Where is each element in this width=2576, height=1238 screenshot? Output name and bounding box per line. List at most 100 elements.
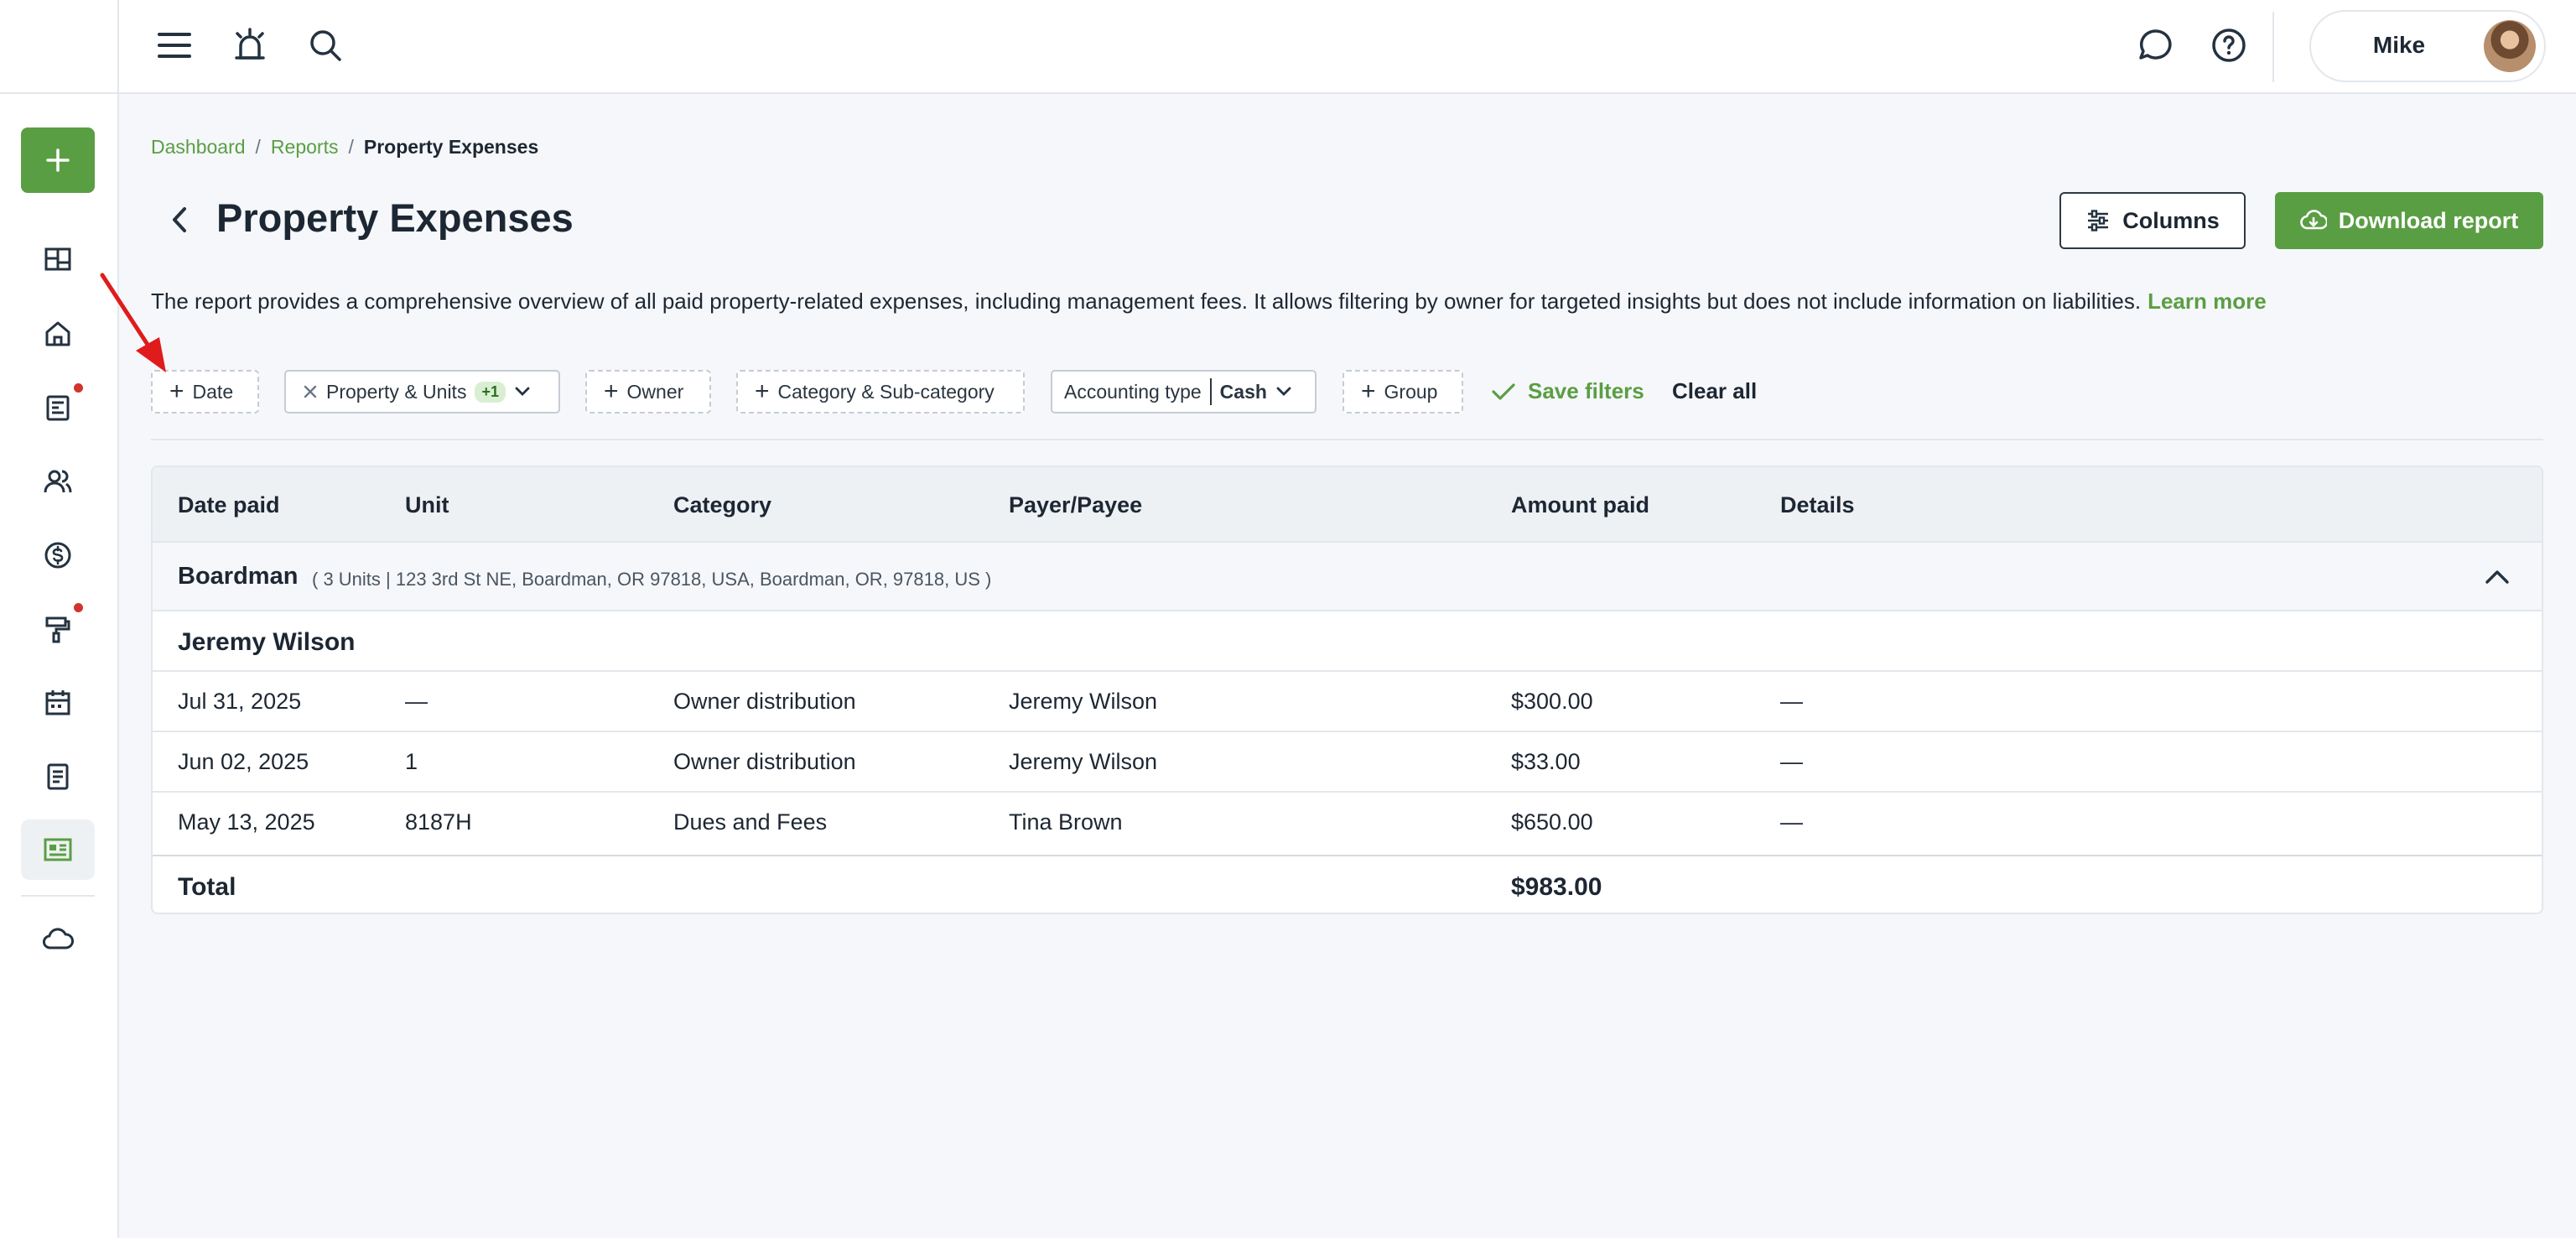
cell-amount-paid: $650.00 (1511, 809, 1593, 835)
cell-amount-paid: $300.00 (1511, 689, 1593, 714)
sidebar-item-news[interactable] (21, 377, 95, 438)
plus-icon: + (604, 377, 619, 405)
cloud-icon (43, 928, 74, 949)
save-filters-label: Save filters (1528, 378, 1644, 403)
sidebar-item-maintenance[interactable] (21, 599, 95, 659)
page-title: Property Expenses (216, 195, 574, 240)
columns-button[interactable]: Columns (2059, 192, 2246, 249)
dashboard-icon (44, 247, 71, 271)
save-filters-button[interactable]: Save filters (1491, 378, 1644, 404)
column-header-payer-payee: Payer/Payee (1009, 492, 1143, 518)
cell-payer-payee: Jeremy Wilson (1009, 749, 1158, 774)
category-filter[interactable]: + Category & Sub-category (736, 370, 1025, 414)
sidebar-item-dashboard[interactable] (21, 229, 95, 289)
table-row[interactable]: Jul 31, 2025 — Owner distribution Jeremy… (153, 672, 2542, 732)
sidebar-divider (21, 895, 95, 897)
dollar-icon (44, 542, 71, 569)
people-icon (44, 470, 72, 493)
cell-amount-paid: $33.00 (1511, 749, 1581, 774)
plus-icon: + (755, 377, 770, 405)
notification-dot (74, 603, 83, 612)
description-text: The report provides a comprehensive over… (151, 289, 2142, 314)
breadcrumb-dashboard[interactable]: Dashboard (151, 136, 246, 158)
sliders-icon (2088, 210, 2109, 231)
breadcrumb-reports[interactable]: Reports (271, 136, 339, 158)
reports-icon (44, 838, 72, 861)
table-row[interactable]: May 13, 2025 8187H Dues and Fees Tina Br… (153, 793, 2542, 853)
table-row[interactable]: Jun 02, 2025 1 Owner distribution Jeremy… (153, 732, 2542, 793)
search-button[interactable] (304, 23, 347, 67)
total-amount: $983.00 (1511, 873, 1602, 901)
column-header-date-paid: Date paid (178, 492, 280, 518)
chevron-up-icon[interactable] (2483, 564, 2511, 590)
menu-button[interactable] (153, 23, 196, 67)
property-group-name: Boardman (178, 563, 299, 590)
download-report-label: Download report (2338, 207, 2519, 233)
add-new-button[interactable] (21, 127, 95, 193)
calendar-icon (45, 690, 70, 715)
annotation-arrow-icon (100, 273, 166, 372)
notification-dot (74, 383, 83, 393)
owner-filter-label: Owner (626, 380, 684, 403)
sidebar-item-calendar[interactable] (21, 673, 95, 733)
news-icon (46, 395, 70, 421)
check-icon (1492, 382, 1515, 400)
expenses-table: Date paid Unit Category Payer/Payee Amou… (151, 466, 2543, 914)
paint-roller-icon (45, 616, 70, 643)
cell-details: — (1780, 689, 1803, 714)
cell-payer-payee: Jeremy Wilson (1009, 689, 1158, 714)
sidebar-item-reports[interactable] (21, 819, 95, 880)
sidebar-logo-area (0, 0, 117, 94)
owner-filter[interactable]: + Owner (585, 370, 711, 414)
property-group-row[interactable]: Boardman ( 3 Units | 123 3rd St NE, Boar… (153, 543, 2542, 611)
sidebar-item-people[interactable] (21, 451, 95, 512)
learn-more-link[interactable]: Learn more (2148, 289, 2267, 314)
column-header-unit: Unit (405, 492, 449, 518)
user-menu[interactable]: Mike (2309, 10, 2546, 82)
accounting-type-select[interactable]: Accounting type Cash (1051, 370, 1317, 414)
sidebar-item-home[interactable] (21, 304, 95, 364)
back-button[interactable] (164, 203, 195, 237)
report-description: The report provides a comprehensive over… (151, 289, 2267, 315)
date-filter-label: Date (192, 380, 234, 403)
sidebar (0, 0, 119, 1238)
chat-button[interactable] (2133, 23, 2177, 67)
document-icon (47, 763, 69, 790)
owner-name: Jeremy Wilson (178, 628, 356, 656)
sidebar-item-cloud[interactable] (21, 909, 95, 970)
help-button[interactable] (2207, 23, 2251, 67)
download-report-button[interactable]: Download report (2275, 192, 2543, 249)
column-header-details: Details (1780, 492, 1855, 518)
menu-icon (158, 33, 191, 58)
cell-date-paid: Jul 31, 2025 (178, 689, 302, 714)
property-units-filter[interactable]: Property & Units +1 (284, 370, 560, 414)
cell-date-paid: May 13, 2025 (178, 809, 315, 835)
chevron-left-icon (173, 207, 186, 232)
cell-category: Owner distribution (673, 689, 856, 714)
cell-date-paid: Jun 02, 2025 (178, 749, 309, 774)
sidebar-item-documents[interactable] (21, 746, 95, 807)
total-label: Total (178, 873, 236, 901)
close-icon[interactable] (303, 384, 318, 399)
owner-group-row: Jeremy Wilson (153, 611, 2542, 672)
clear-all-button[interactable]: Clear all (1672, 378, 1757, 404)
help-icon (2212, 29, 2246, 62)
cell-unit: 1 (405, 749, 418, 774)
cell-category: Dues and Fees (673, 809, 828, 835)
cell-details: — (1780, 749, 1803, 774)
selection-count-badge: +1 (475, 381, 506, 403)
property-units-label: Property & Units (326, 380, 467, 403)
home-icon (45, 321, 70, 346)
sidebar-item-payments[interactable] (21, 525, 95, 585)
chevron-down-icon (515, 387, 530, 396)
accounting-type-value: Cash (1219, 380, 1267, 403)
breadcrumb-current: Property Expenses (363, 136, 539, 158)
cell-unit: — (405, 689, 428, 714)
cell-unit: 8187H (405, 809, 472, 835)
avatar (2484, 20, 2536, 72)
cell-category: Owner distribution (673, 749, 856, 774)
group-filter[interactable]: + Group (1343, 370, 1463, 414)
top-header: Mike (119, 0, 2576, 94)
property-group-detail: ( 3 Units | 123 3rd St NE, Boardman, OR … (312, 569, 992, 590)
alerts-button[interactable] (228, 23, 272, 67)
